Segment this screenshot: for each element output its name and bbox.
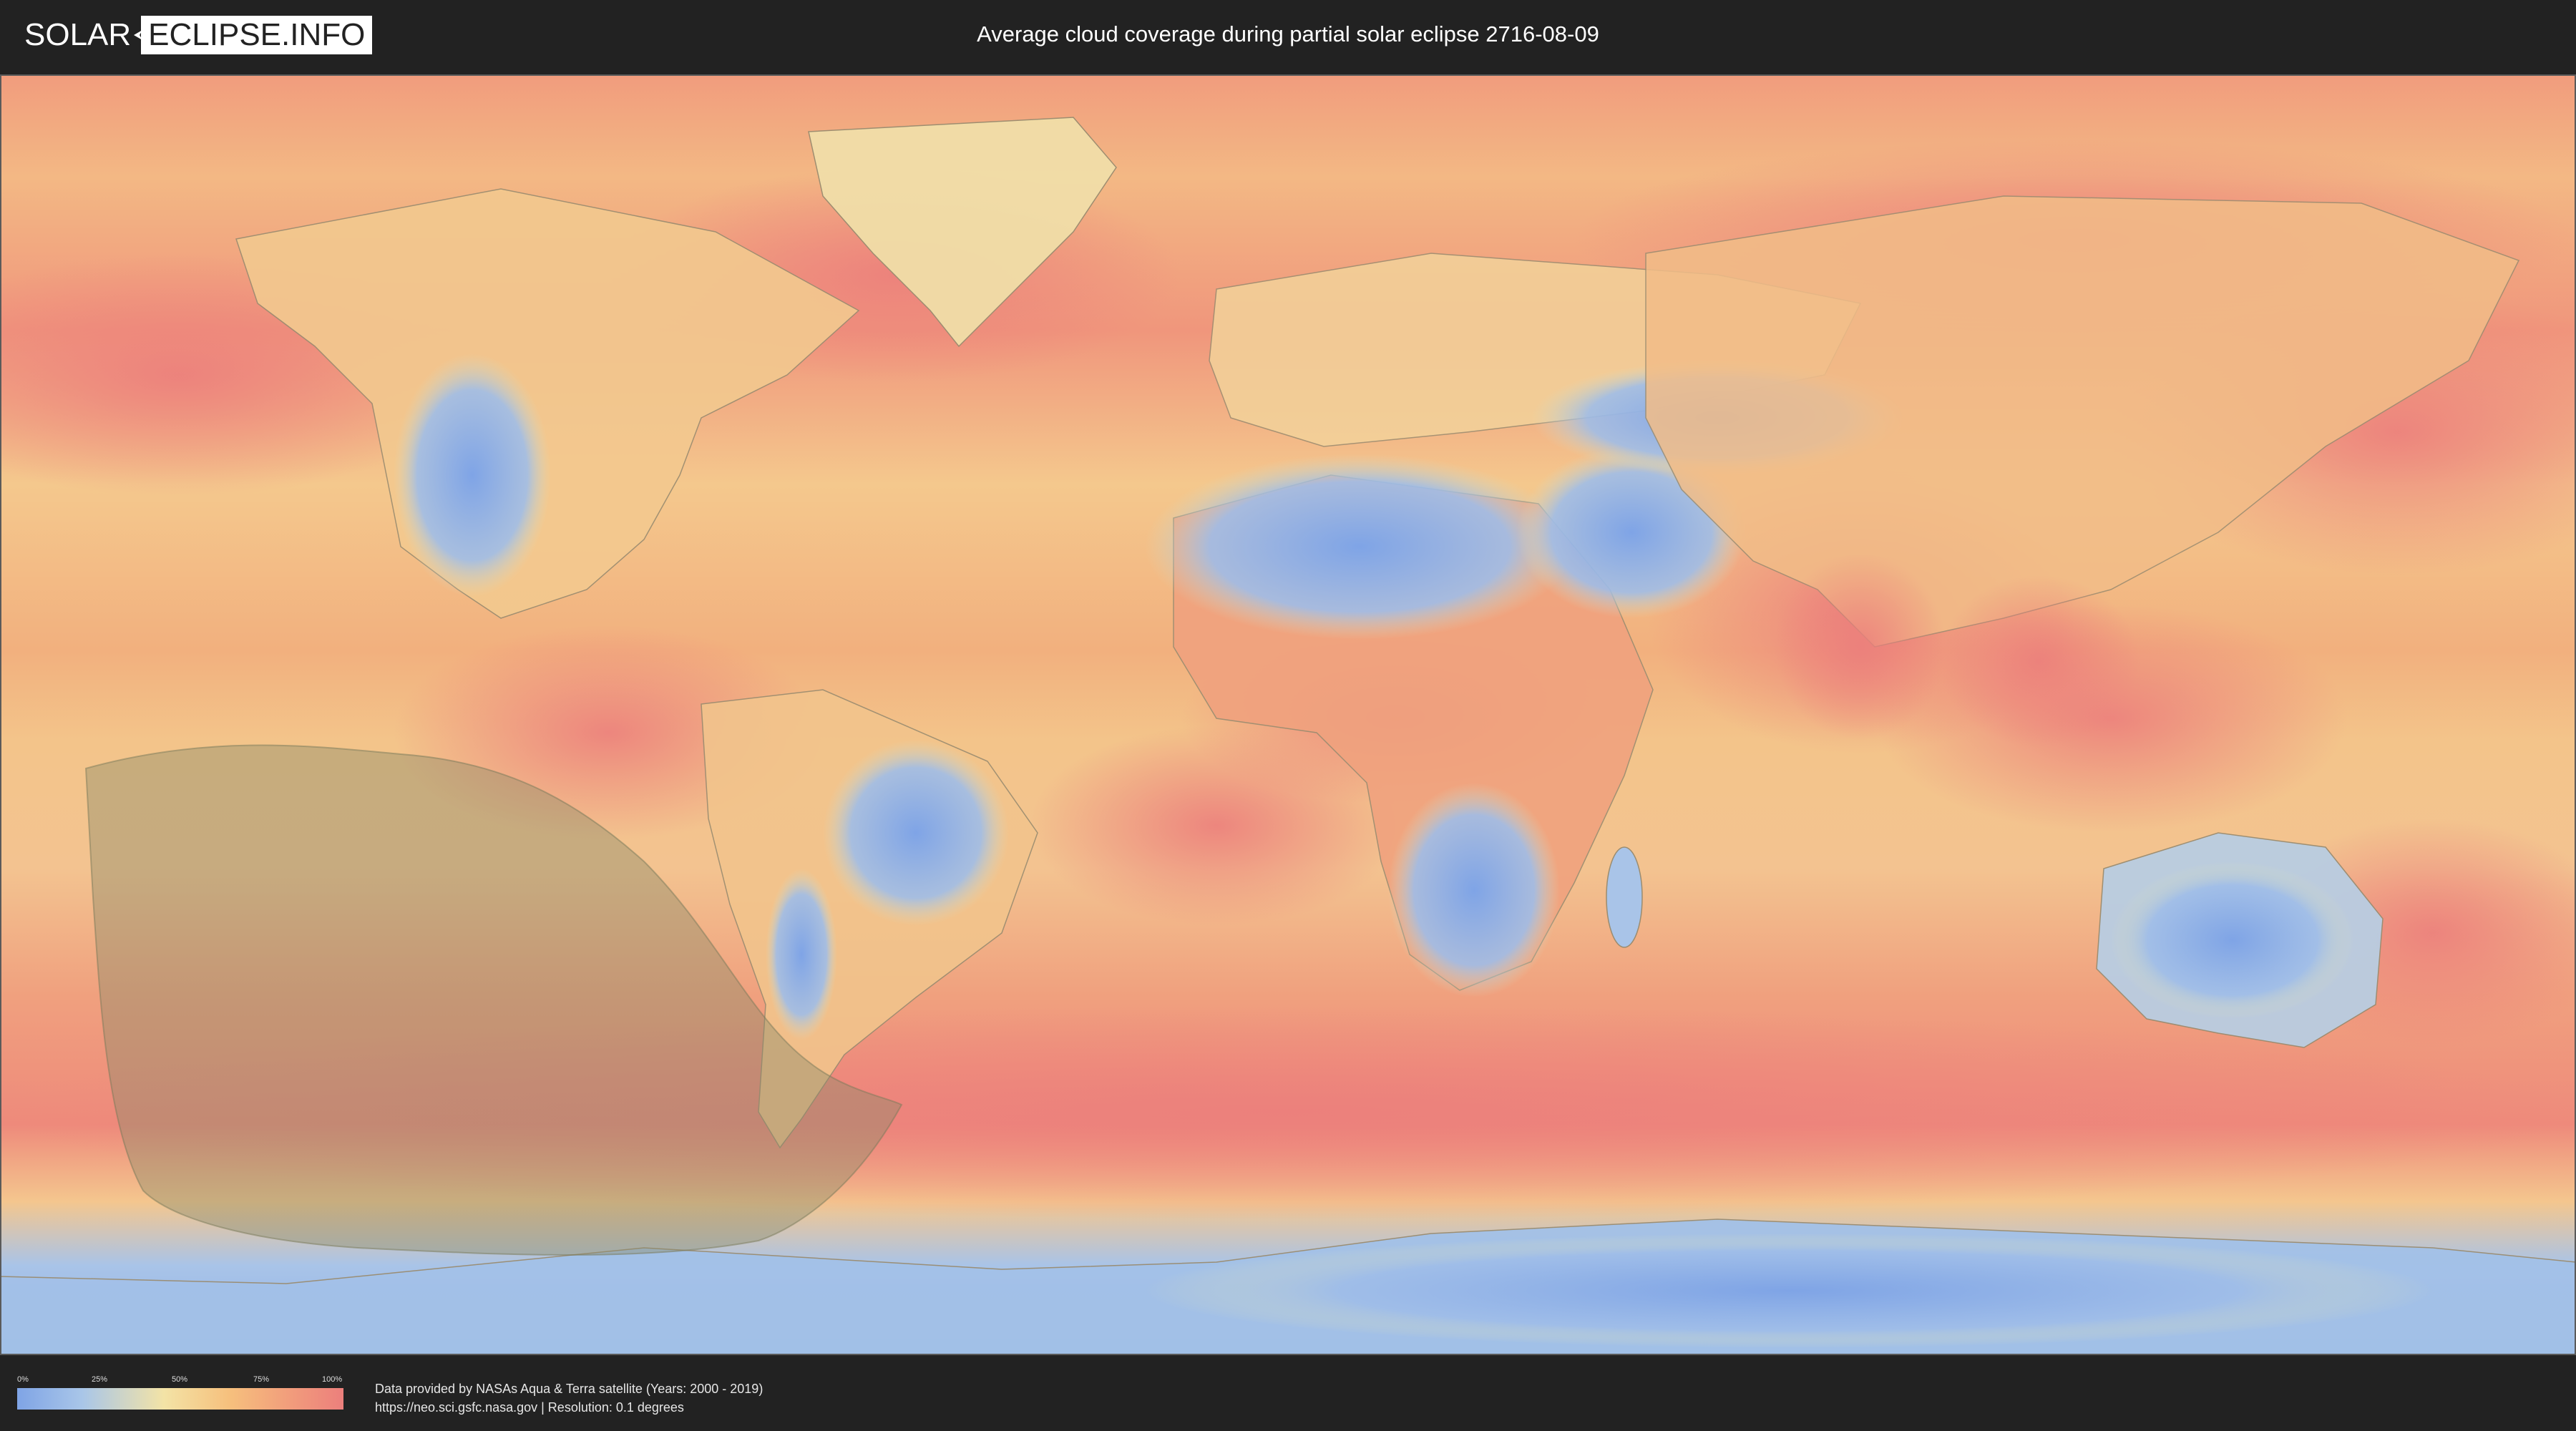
- north-america-dry-west: [394, 353, 551, 597]
- south-america-dry-interior: [823, 740, 1009, 926]
- footer: 0% 25% 50% 75% 100% Data provided by NAS…: [0, 1359, 2576, 1431]
- andes-dry-zone: [766, 869, 837, 1040]
- india-cloud-zone: [1775, 554, 1946, 740]
- cloud-coverage-map[interactable]: [0, 74, 2576, 1355]
- antarctica-clear-core: [1145, 1234, 2433, 1348]
- southeast-asia-cloud-zone: [1939, 575, 2140, 747]
- legend-tick-50: 50%: [172, 1375, 188, 1384]
- legend-tick-75: 75%: [253, 1375, 270, 1384]
- sahara-dry-zone: [1145, 454, 1574, 640]
- credit-line-source: Data provided by NASAs Aqua & Terra sate…: [375, 1382, 763, 1396]
- legend-tick-25: 25%: [92, 1375, 108, 1384]
- page-title: Average cloud coverage during partial so…: [977, 21, 1599, 47]
- cloud-coverage-legend: 0% 25% 50% 75% 100%: [17, 1375, 343, 1418]
- cloud-coverage-map-graphic: [0, 74, 2576, 1355]
- credit-line-url: https://neo.sci.gsfc.nasa.gov | Resoluti…: [375, 1400, 684, 1415]
- legend-color-bar: [17, 1388, 343, 1410]
- page: SOLAR ECLIPSE.INFO Average cloud coverag…: [0, 0, 2576, 1431]
- southern-africa-dry-zone: [1388, 783, 1560, 997]
- legend-tick-100: 100%: [322, 1375, 343, 1384]
- australia-dry-zone: [2111, 861, 2354, 1019]
- legend-tick-0: 0%: [17, 1375, 29, 1384]
- header: SOLAR ECLIPSE.INFO Average cloud coverag…: [0, 0, 2576, 70]
- madagascar-island: [1606, 846, 1643, 948]
- data-credits: Data provided by NASAs Aqua & Terra sate…: [375, 1379, 763, 1417]
